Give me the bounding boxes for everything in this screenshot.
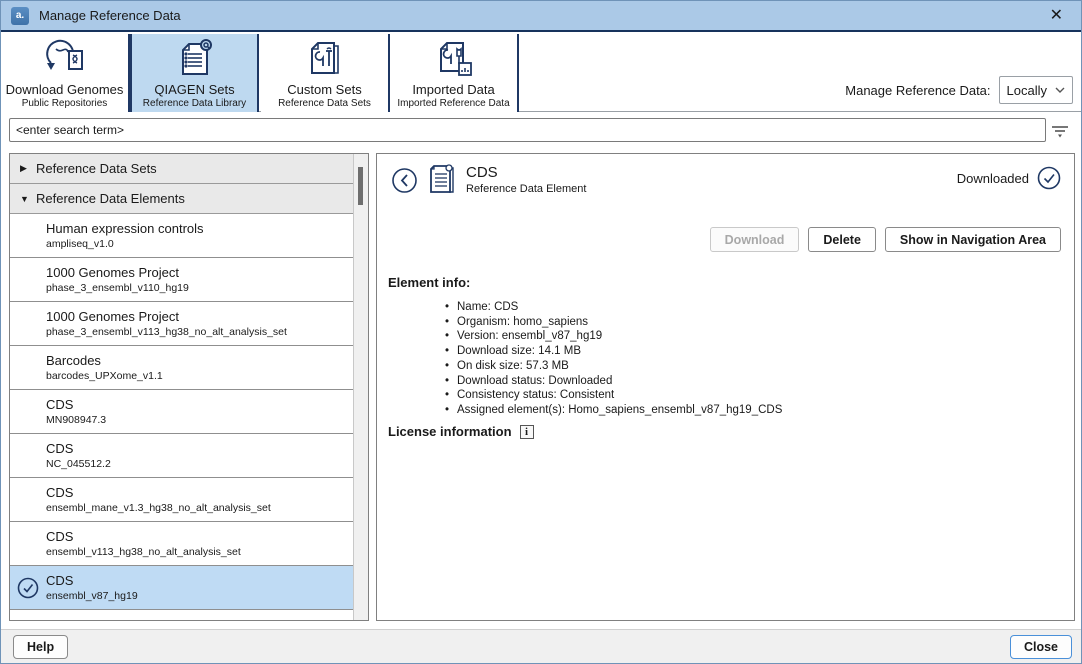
window-close-icon[interactable]: ✕: [1046, 6, 1067, 26]
list-item[interactable]: CDS NC_045512.2: [10, 434, 355, 478]
list-item-title: Barcodes: [46, 352, 349, 369]
list-item-subtitle: phase_3_ensembl_v110_hg19: [46, 281, 349, 295]
list-item-selected[interactable]: CDS ensembl_v87_hg19: [10, 566, 355, 610]
downloaded-check-icon: [17, 577, 39, 599]
close-button[interactable]: Close: [1010, 635, 1072, 659]
reference-element-document-icon: [426, 164, 456, 196]
custom-sets-icon: [303, 37, 347, 81]
element-detail-panel: CDS Reference Data Element Downloaded Do…: [376, 153, 1075, 621]
list-item-title: CDS: [46, 528, 349, 545]
tab-label: QIAGEN Sets: [154, 82, 234, 97]
license-information-label: License information: [388, 424, 512, 439]
info-item: •Download status: Downloaded: [445, 374, 782, 389]
list-item[interactable]: Human expression controls ampliseq_v1.0: [10, 214, 355, 258]
app-icon: a.: [11, 7, 29, 25]
window-title: Manage Reference Data: [39, 8, 181, 23]
list-item-subtitle: ensembl_v87_hg19: [46, 589, 349, 603]
download-button[interactable]: Download: [710, 227, 800, 252]
list-item-subtitle: ampliseq_v1.0: [46, 237, 349, 251]
title-bar: a. Manage Reference Data ✕: [1, 1, 1081, 32]
help-button[interactable]: Help: [13, 635, 68, 659]
reference-data-list-panel: ▶ Reference Data Sets ▼ Reference Data E…: [9, 153, 369, 621]
list-item-title: 1000 Genomes Project: [46, 308, 349, 325]
search-row: [1, 113, 1081, 149]
list-item-subtitle: phase_3_ensembl_v113_hg38_no_alt_analysi…: [46, 325, 349, 339]
scrollbar-track[interactable]: [353, 154, 368, 620]
list-item-title: CDS: [46, 484, 349, 501]
scrollbar-thumb[interactable]: [358, 167, 363, 205]
location-dropdown-value: Locally: [1007, 83, 1047, 98]
info-item: •Name: CDS: [445, 300, 782, 315]
tab-label: Download Genomes: [6, 82, 124, 97]
section-reference-data-elements[interactable]: ▼ Reference Data Elements: [10, 184, 355, 214]
tab-label: Custom Sets: [287, 82, 361, 97]
tab-bar: Download Genomes Public Repositories: [1, 34, 1081, 112]
list-item-title: CDS: [46, 572, 349, 589]
list-item[interactable]: 1000 Genomes Project phase_3_ensembl_v11…: [10, 302, 355, 346]
list-item-subtitle: ensembl_v113_hg38_no_alt_analysis_set: [46, 545, 349, 559]
section-label: Reference Data Elements: [36, 191, 185, 206]
manage-reference-data-label: Manage Reference Data:: [845, 83, 990, 98]
detail-title: CDS: [466, 164, 586, 182]
tab-sublabel: Reference Data Sets: [278, 98, 371, 109]
element-info-heading: Element info:: [388, 275, 470, 290]
tab-imported-data[interactable]: Imported Data Imported Reference Data: [390, 34, 519, 112]
tab-label: Imported Data: [412, 82, 494, 97]
element-info-list: •Name: CDS •Organism: homo_sapiens •Vers…: [445, 300, 782, 418]
list-item-subtitle: MN908947.3: [46, 413, 349, 427]
search-input[interactable]: [9, 118, 1046, 142]
list-item[interactable]: 1000 Genomes Project phase_3_ensembl_v11…: [10, 258, 355, 302]
back-button[interactable]: [391, 167, 418, 194]
list-item[interactable]: CDS MN908947.3: [10, 390, 355, 434]
collapsed-arrow-icon: ▶: [20, 163, 36, 174]
list-item-title: CDS: [46, 396, 349, 413]
list-item[interactable]: Barcodes barcodes_UPXome_v1.1: [10, 346, 355, 390]
list-item[interactable]: CDS ensembl_v113_hg38_no_alt_analysis_se…: [10, 522, 355, 566]
list-item[interactable]: CDS ensembl_mane_v1.3_hg38_no_alt_analys…: [10, 478, 355, 522]
downloaded-check-icon: [1037, 166, 1061, 190]
list-item-subtitle: barcodes_UPXome_v1.1: [46, 369, 349, 383]
detail-subtitle: Reference Data Element: [466, 182, 586, 196]
list-item-title: 1000 Genomes Project: [46, 264, 349, 281]
info-item: •Organism: homo_sapiens: [445, 315, 782, 330]
tab-download-genomes[interactable]: Download Genomes Public Repositories: [1, 34, 130, 112]
manage-reference-data-dialog: a. Manage Reference Data ✕ Download Geno…: [0, 0, 1082, 664]
chevron-down-icon: [1055, 87, 1065, 93]
imported-data-icon: [432, 37, 476, 81]
list-item-title: CDS: [46, 440, 349, 457]
qiagen-sets-icon: [173, 37, 217, 81]
download-status-label: Downloaded: [957, 171, 1029, 186]
tab-sublabel: Public Repositories: [22, 98, 108, 109]
tab-custom-sets[interactable]: Custom Sets Reference Data Sets: [261, 34, 390, 112]
info-icon[interactable]: i: [520, 425, 534, 439]
info-item: •Consistency status: Consistent: [445, 388, 782, 403]
expanded-arrow-icon: ▼: [20, 194, 36, 204]
info-item: •On disk size: 57.3 MB: [445, 359, 782, 374]
info-item: •Version: ensembl_v87_hg19: [445, 329, 782, 344]
globe-download-icon: [42, 37, 88, 81]
info-item: •Assigned element(s): Homo_sapiens_ensem…: [445, 403, 782, 418]
tab-sublabel: Imported Reference Data: [397, 98, 509, 109]
tab-qiagen-sets[interactable]: QIAGEN Sets Reference Data Library: [130, 34, 259, 112]
location-dropdown[interactable]: Locally: [999, 76, 1073, 104]
list-item-subtitle: NC_045512.2: [46, 457, 349, 471]
footer-bar: Help Close: [1, 629, 1081, 663]
list-item-title: Human expression controls: [46, 220, 349, 237]
list-item-subtitle: ensembl_mane_v1.3_hg38_no_alt_analysis_s…: [46, 501, 349, 515]
section-reference-data-sets[interactable]: ▶ Reference Data Sets: [10, 154, 355, 184]
filter-icon[interactable]: [1049, 122, 1071, 140]
info-item: •Download size: 14.1 MB: [445, 344, 782, 359]
section-label: Reference Data Sets: [36, 161, 157, 176]
tab-sublabel: Reference Data Library: [143, 98, 246, 109]
delete-button[interactable]: Delete: [808, 227, 876, 252]
show-in-navigation-area-button[interactable]: Show in Navigation Area: [885, 227, 1061, 252]
